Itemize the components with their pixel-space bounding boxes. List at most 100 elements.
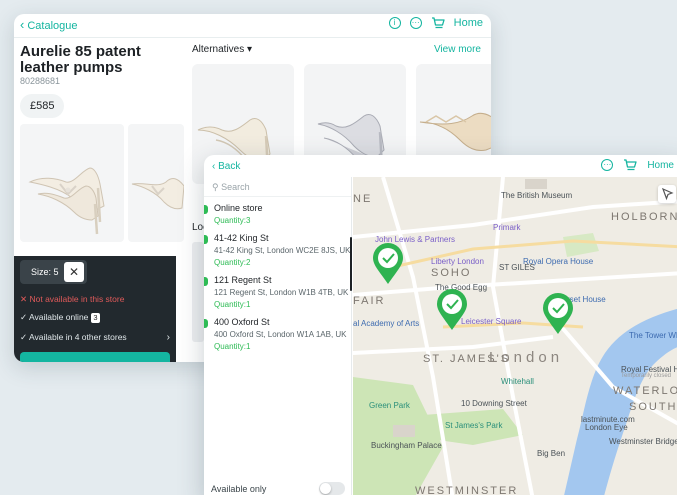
not-available-label: Not available in this store [29,294,125,304]
store-address: 400 Oxford St, London W1A 1AB, UK [214,330,347,339]
map-label-ne: NE [353,193,373,205]
locator-back-label: Back [218,161,241,172]
check-icon: ✓ [20,332,30,342]
cart-icon[interactable] [431,17,445,29]
size-selector[interactable]: Size: 5 ✕ [20,260,87,284]
alternatives-dropdown[interactable]: Alternatives ▾ [192,44,252,55]
map-label-london: London [489,349,564,366]
product-image-main[interactable] [20,124,124,242]
search-icon: ⚲ [212,182,222,192]
store-quantity: Quantity:3 [214,216,251,225]
store-list-item[interactable]: 121 Regent St 121 Regent St, London W1B … [204,275,352,311]
store-map[interactable]: The British Museum HOLBORN Primark John … [353,177,677,495]
store-list-item[interactable]: 400 Oxford St 400 Oxford St, London W1A … [204,317,352,353]
store-quantity: Quantity:1 [214,342,251,351]
map-label-big-ben: Big Ben [537,449,566,458]
search-input[interactable]: ⚲ Search [204,177,351,197]
product-code: 80288681 [20,76,61,86]
map-label-soho: SOHO [431,267,472,279]
product-title: Aurelie 85 patent leather pumps [20,43,141,76]
available-online: ✓ Available online 3 [20,312,100,323]
map-label-whitehall: Whitehall [501,377,534,386]
available-online-label: Available online [29,312,89,322]
map-label-academy: al Academy of Arts [353,319,420,328]
chevron-left-icon: ‹ [20,17,25,32]
map-label-buckingham: Buckingham Palace [371,441,442,450]
map-label-leicester: Leicester Square [461,317,522,326]
product-image-second[interactable] [128,124,184,242]
map-label-liberty: Liberty London [431,257,484,266]
size-label: Size: 5 [31,267,59,277]
locator-home-link[interactable]: Home [647,160,674,171]
map-label-westminster-bridge: Westminster Bridge [609,437,677,446]
navigation-icon [661,187,674,201]
map-label-westminster: WESTMINSTER [415,485,519,495]
store-pin-oxford-st[interactable] [541,293,575,335]
map-label-london-eye: London Eye [585,423,628,432]
not-available-store: ✕ Not available in this store [20,294,124,305]
store-address: 41-42 King St, London WC2E 8JS, UK [214,246,351,255]
map-label-tower: The Tower Whi [629,331,677,340]
scrollbar[interactable] [350,237,352,291]
locator-top-bar: ‹ Back ··· Home [204,155,677,177]
store-name: 41-42 King St [214,233,269,243]
online-count-badge: 3 [91,313,100,323]
view-more-link[interactable]: View more [434,44,481,55]
search-placeholder: Search [221,182,250,192]
store-list-item[interactable]: Online store Quantity:3 [204,203,352,227]
store-quantity: Quantity:2 [214,258,251,267]
map-label-british-museum: The British Museum [501,191,573,200]
store-marker [204,205,208,214]
location-thumbnail [192,242,204,342]
caret-down-icon: ▾ [247,44,253,55]
store-locator-window: ‹ Back ··· Home ⚲ Search Online store Qu… [204,155,677,495]
more-icon[interactable]: ··· [601,159,614,171]
available-only-toggle[interactable] [319,482,345,495]
store-marker [204,235,208,244]
catalogue-top-bar: ‹ Catalogue i ··· Home [14,14,491,38]
map-label-royal-opera: Royal Opera House [523,257,594,266]
store-list-item[interactable]: 41-42 King St 41-42 King St, London WC2E… [204,233,352,269]
store-marker [204,319,208,328]
catalogue-back-label: Catalogue [27,20,78,32]
store-marker [204,277,208,286]
check-icon: ✓ [20,312,30,322]
map-label-holborn: HOLBORN [611,211,677,223]
store-list-pane: ⚲ Search Online store Quantity:3 41-42 K… [204,177,352,495]
catalogue-back-link[interactable]: ‹ Catalogue [20,17,78,32]
pump-shoe-image [28,167,105,235]
available-only-label: Available only [211,484,267,494]
more-icon[interactable]: ··· [409,17,422,29]
info-icon[interactable]: i [388,17,401,29]
product-price: £585 [20,94,65,118]
store-address: 121 Regent St, London W1B 4TB, UK [214,288,349,297]
navigate-arrow-button[interactable] [658,185,676,203]
locator-toolbar: ··· Home [601,159,674,171]
availability-panel: Size: 5 ✕ ✕ Not available in this store … [14,256,176,362]
pump-shoe-image [131,178,184,210]
store-quantity: Quantity:1 [214,300,251,309]
store-name: 121 Regent St [214,275,272,285]
other-stores-label: Available in 4 other stores [29,332,127,342]
map-label-primark: Primark [493,223,521,232]
alternatives-label: Alternatives [192,44,245,55]
map-label-south-bank: SOUTH BA [629,401,677,413]
chevron-right-icon[interactable]: › [167,332,170,343]
map-label-downing: 10 Downing Street [461,399,527,408]
store-name: 400 Oxford St [214,317,270,327]
map-label-green-park: Green Park [369,401,410,410]
available-other-stores[interactable]: ✓ Available in 4 other stores [20,332,127,343]
store-name: Online store [214,203,263,213]
clear-size-button[interactable]: ✕ [64,262,84,282]
catalogue-home-link[interactable]: Home [454,17,483,29]
map-label-festival-status: Temporarily closed [621,373,672,379]
map-label-waterloo: WATERLOO [613,385,677,397]
store-pin-king-st[interactable] [371,243,405,285]
store-pin-regent-st[interactable] [435,289,469,331]
map-label-st-james-park: St James's Park [445,421,503,430]
catalogue-toolbar: i ··· Home [388,17,483,29]
cart-icon[interactable] [623,159,637,171]
locator-back-link[interactable]: ‹ Back [212,161,240,172]
primary-action-button[interactable] [20,352,170,362]
map-label-fair: FAIR [353,295,386,307]
